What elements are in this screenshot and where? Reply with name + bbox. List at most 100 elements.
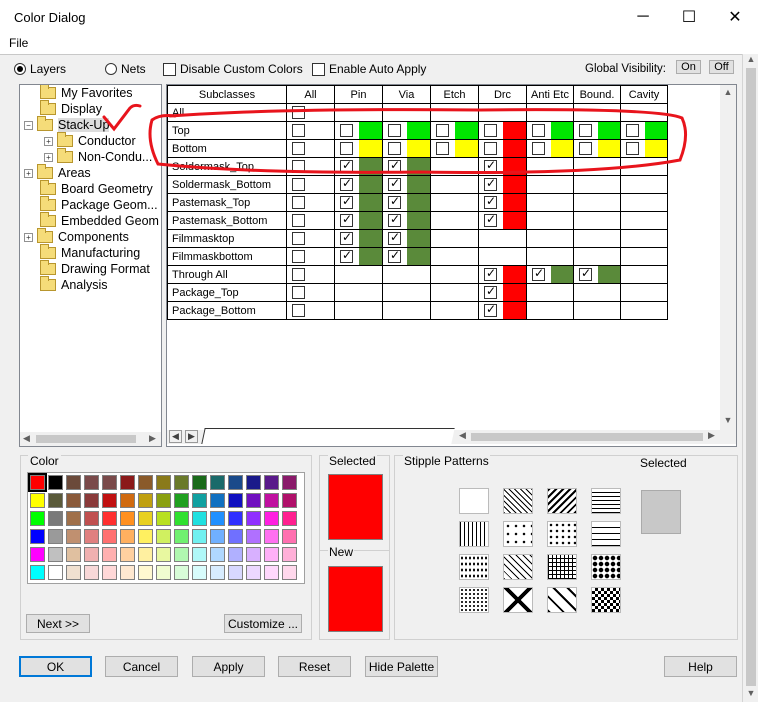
sheet-tab[interactable]: [201, 428, 455, 444]
table-row[interactable]: Filmmasktop: [167, 229, 668, 248]
cell-boundary[interactable]: [573, 139, 621, 158]
table-row[interactable]: Pastemask_Bottom: [167, 211, 668, 230]
color-swatch[interactable]: [407, 248, 430, 265]
stipple-pattern[interactable]: [591, 587, 621, 613]
visibility-checkbox[interactable]: [340, 248, 353, 263]
visibility-off-button[interactable]: Off: [709, 60, 734, 74]
color-swatch[interactable]: [359, 176, 382, 193]
color-swatch[interactable]: [359, 140, 382, 157]
color-swatch[interactable]: [503, 266, 526, 283]
visibility-checkbox[interactable]: [388, 212, 401, 227]
table-row[interactable]: Pastemask_Top: [167, 193, 668, 212]
cell-cavity[interactable]: [620, 139, 668, 158]
color-swatch[interactable]: [645, 140, 667, 157]
stipple-pattern[interactable]: [547, 488, 577, 514]
color-swatch[interactable]: [503, 302, 526, 319]
stipple-pattern[interactable]: [459, 488, 489, 514]
color-swatch[interactable]: [503, 284, 526, 301]
visibility-on-button[interactable]: On: [676, 60, 701, 74]
palette-swatch[interactable]: [246, 547, 261, 562]
palette-swatch[interactable]: [120, 475, 135, 490]
visibility-checkbox[interactable]: [388, 194, 401, 209]
palette-swatch[interactable]: [84, 511, 99, 526]
palette-swatch[interactable]: [210, 547, 225, 562]
visibility-checkbox[interactable]: [292, 214, 305, 227]
cell-cavity[interactable]: [620, 247, 668, 266]
color-swatch[interactable]: [551, 122, 573, 139]
tree-item-components[interactable]: + Components: [24, 228, 129, 245]
visibility-checkbox[interactable]: [626, 142, 639, 155]
cell-pin[interactable]: [334, 157, 383, 176]
stipple-pattern[interactable]: [459, 521, 489, 547]
color-swatch[interactable]: [407, 158, 430, 175]
cell-cavity[interactable]: [620, 301, 668, 320]
palette-swatch[interactable]: [156, 493, 171, 508]
palette-swatch[interactable]: [138, 511, 153, 526]
collapse-icon[interactable]: −: [24, 120, 33, 130]
palette-swatch[interactable]: [66, 475, 81, 490]
palette-swatch[interactable]: [174, 493, 189, 508]
color-swatch[interactable]: [359, 194, 382, 211]
cell-via[interactable]: [382, 121, 431, 140]
table-row[interactable]: All: [167, 103, 668, 122]
cell-all[interactable]: [286, 265, 335, 284]
cell-etch[interactable]: [430, 193, 479, 212]
palette-swatch[interactable]: [84, 493, 99, 508]
cancel-button[interactable]: Cancel: [105, 656, 178, 677]
cell-drc[interactable]: [478, 103, 527, 122]
visibility-checkbox[interactable]: [292, 250, 305, 263]
tree-horizontal-scrollbar[interactable]: ◀ ▶: [20, 432, 161, 446]
visibility-checkbox[interactable]: [292, 142, 305, 155]
hide-palette-button[interactable]: Hide Palette: [365, 656, 438, 677]
cell-anti-etch[interactable]: [526, 265, 574, 284]
palette-swatch[interactable]: [102, 529, 117, 544]
cell-via[interactable]: [382, 283, 431, 302]
stipple-pattern[interactable]: [547, 521, 577, 547]
palette-swatch[interactable]: [282, 475, 297, 490]
color-swatch[interactable]: [503, 194, 526, 211]
palette-swatch[interactable]: [174, 529, 189, 544]
cell-anti-etch[interactable]: [526, 157, 574, 176]
scroll-thumb[interactable]: [36, 435, 136, 443]
cell-etch[interactable]: [430, 265, 479, 284]
checkbox-icon[interactable]: [163, 62, 176, 76]
cell-boundary[interactable]: [573, 301, 621, 320]
cell-etch[interactable]: [430, 247, 479, 266]
expand-icon[interactable]: +: [24, 232, 33, 242]
color-swatch[interactable]: [359, 212, 382, 229]
cell-via[interactable]: [382, 175, 431, 194]
header-anti-etch[interactable]: Anti Etc: [526, 85, 574, 104]
visibility-checkbox[interactable]: [292, 106, 305, 119]
visibility-checkbox[interactable]: [436, 142, 449, 155]
visibility-checkbox[interactable]: [388, 230, 401, 245]
visibility-checkbox[interactable]: [579, 266, 592, 281]
visibility-checkbox[interactable]: [484, 124, 497, 137]
help-button[interactable]: Help: [664, 656, 737, 677]
cell-anti-etch[interactable]: [526, 103, 574, 122]
checkbox-icon[interactable]: [312, 62, 325, 76]
cell-via[interactable]: [382, 193, 431, 212]
cell-anti-etch[interactable]: [526, 211, 574, 230]
cell-etch[interactable]: [430, 139, 479, 158]
visibility-checkbox[interactable]: [484, 194, 497, 209]
palette-swatch[interactable]: [84, 547, 99, 562]
visibility-checkbox[interactable]: [484, 266, 497, 281]
cell-all[interactable]: [286, 247, 335, 266]
palette-swatch[interactable]: [228, 493, 243, 508]
visibility-checkbox[interactable]: [340, 158, 353, 173]
palette-swatch[interactable]: [264, 493, 279, 508]
cell-drc[interactable]: [478, 175, 527, 194]
color-swatch[interactable]: [598, 140, 620, 157]
cell-all[interactable]: [286, 211, 335, 230]
header-via[interactable]: Via: [382, 85, 431, 104]
palette-swatch[interactable]: [48, 565, 63, 580]
visibility-checkbox[interactable]: [292, 304, 305, 317]
cell-cavity[interactable]: [620, 265, 668, 284]
scroll-right-icon[interactable]: ▶: [708, 430, 715, 441]
visibility-checkbox[interactable]: [532, 124, 545, 137]
palette-swatch[interactable]: [264, 475, 279, 490]
grid-horizontal-scrollbar[interactable]: ◀ ▶ ◀ ▶: [167, 428, 736, 444]
cell-via[interactable]: [382, 103, 431, 122]
disable-custom-colors-checkbox[interactable]: Disable Custom Colors: [163, 62, 303, 76]
visibility-checkbox[interactable]: [484, 284, 497, 299]
